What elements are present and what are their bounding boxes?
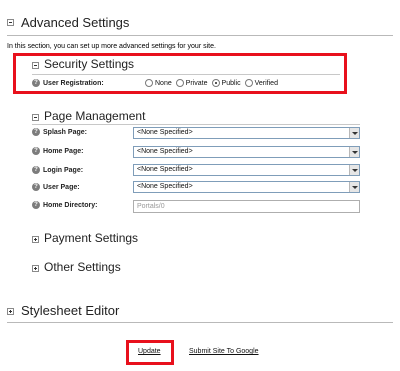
submit-site-to-google-link[interactable]: Submit Site To Google bbox=[189, 348, 259, 355]
help-icon[interactable]: ? bbox=[32, 166, 40, 174]
dropdown-arrow-icon[interactable] bbox=[349, 165, 359, 175]
page-management-title[interactable]: Page Management bbox=[44, 109, 145, 123]
help-icon[interactable]: ? bbox=[32, 128, 40, 136]
security-highlight-box bbox=[13, 53, 347, 94]
login-page-value: <None Specified> bbox=[137, 166, 193, 173]
login-page-label: Login Page: bbox=[43, 167, 84, 174]
home-directory-label: Home Directory: bbox=[43, 202, 98, 209]
user-page-label: User Page: bbox=[43, 184, 80, 191]
stylesheet-editor-expand-icon[interactable] bbox=[7, 308, 14, 315]
payment-settings-expand-icon[interactable] bbox=[32, 236, 39, 243]
advanced-settings-title[interactable]: Advanced Settings bbox=[21, 15, 129, 30]
home-page-select[interactable]: <None Specified> bbox=[133, 146, 360, 158]
help-icon[interactable]: ? bbox=[32, 201, 40, 209]
dropdown-arrow-icon[interactable] bbox=[349, 128, 359, 138]
home-page-value: <None Specified> bbox=[137, 148, 193, 155]
dropdown-arrow-icon[interactable] bbox=[349, 147, 359, 157]
advanced-settings-description: In this section, you can set up more adv… bbox=[7, 43, 216, 50]
dropdown-arrow-icon[interactable] bbox=[349, 182, 359, 192]
splash-page-select[interactable]: <None Specified> bbox=[133, 127, 360, 139]
user-page-value: <None Specified> bbox=[137, 183, 193, 190]
stylesheet-editor-title[interactable]: Stylesheet Editor bbox=[21, 303, 119, 318]
splash-page-label: Splash Page: bbox=[43, 129, 87, 136]
page-management-collapse-icon[interactable] bbox=[32, 114, 39, 121]
home-page-label: Home Page: bbox=[43, 148, 84, 155]
help-icon[interactable]: ? bbox=[32, 147, 40, 155]
advanced-settings-collapse-icon[interactable] bbox=[7, 19, 14, 26]
other-settings-title[interactable]: Other Settings bbox=[44, 260, 121, 274]
splash-page-value: <None Specified> bbox=[137, 129, 193, 136]
user-page-select[interactable]: <None Specified> bbox=[133, 181, 360, 193]
stylesheet-editor-divider bbox=[7, 322, 393, 323]
other-settings-expand-icon[interactable] bbox=[32, 265, 39, 272]
home-directory-input[interactable]: Portals/0 bbox=[133, 200, 360, 213]
login-page-select[interactable]: <None Specified> bbox=[133, 164, 360, 176]
help-icon[interactable]: ? bbox=[32, 183, 40, 191]
advanced-settings-divider bbox=[7, 35, 393, 36]
page-management-divider bbox=[32, 124, 360, 125]
payment-settings-title[interactable]: Payment Settings bbox=[44, 231, 138, 245]
update-highlight-box bbox=[126, 340, 174, 365]
